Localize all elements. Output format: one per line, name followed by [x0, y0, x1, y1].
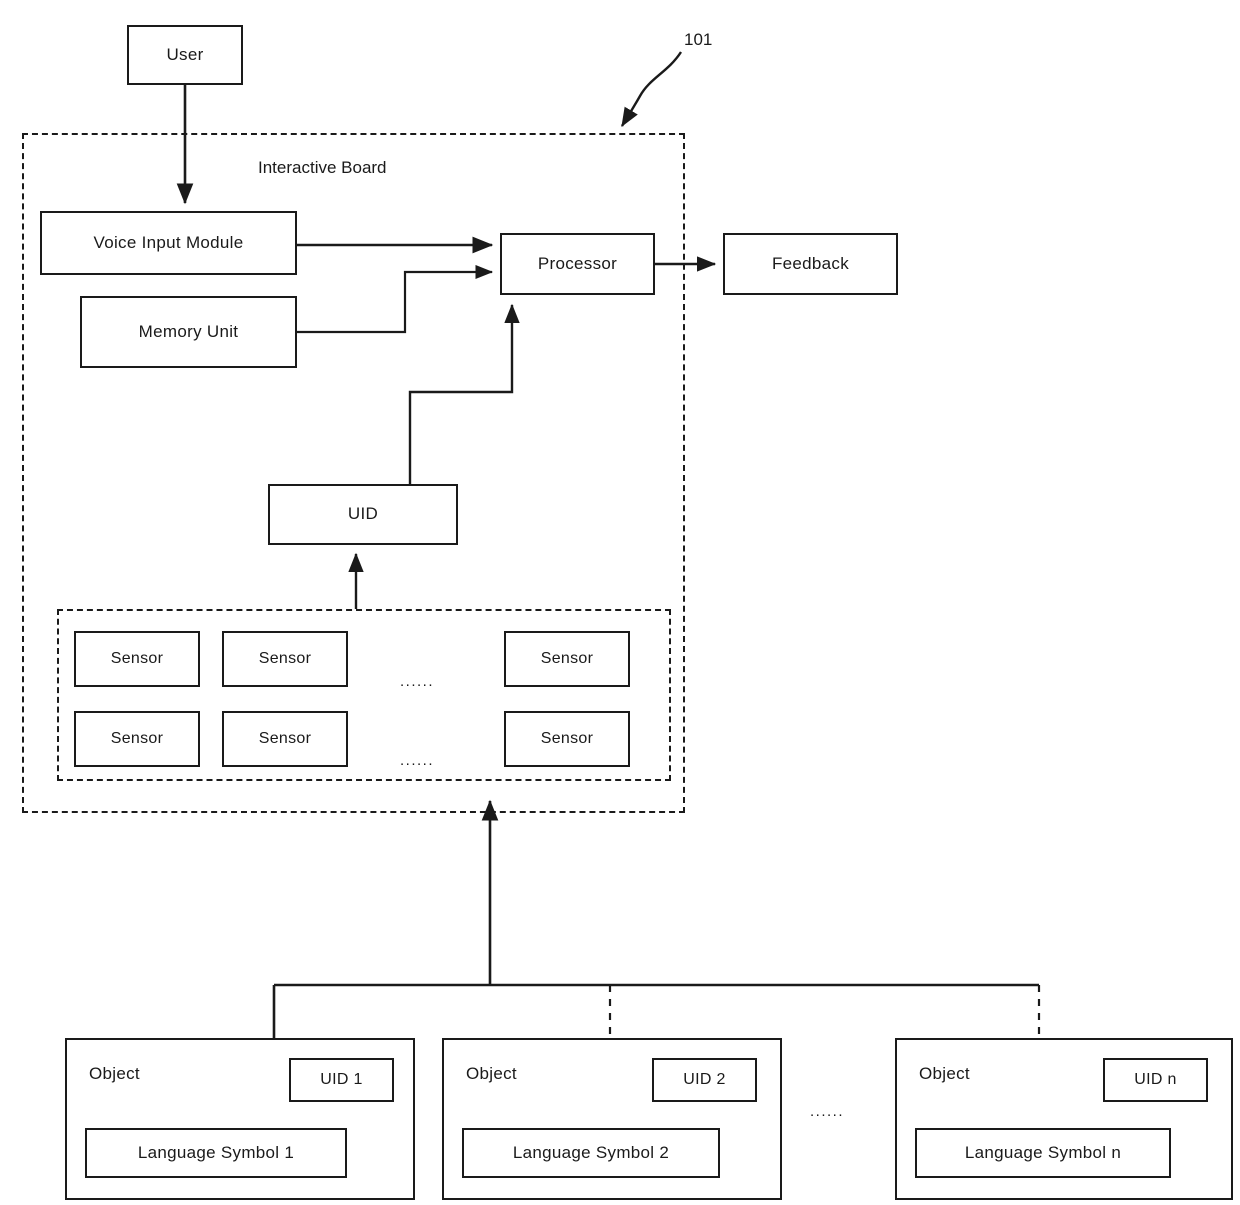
sensor-box: Sensor [222, 711, 348, 767]
object-box: Object UID n Language Symbol n [895, 1038, 1233, 1200]
processor-box: Processor [500, 233, 655, 295]
object-uid-label: UID n [1134, 1071, 1177, 1089]
sensor-label: Sensor [258, 730, 312, 748]
interactive-board-label: Interactive Board [258, 158, 387, 177]
object-uid-chip: UID n [1103, 1058, 1208, 1102]
object-title: Object [466, 1064, 517, 1083]
object-uid-chip: UID 2 [652, 1058, 757, 1102]
sensor-box: Sensor [74, 711, 200, 767]
language-symbol-chip: Language Symbol 2 [462, 1128, 720, 1178]
sensor-row-ellipsis: ...... [400, 752, 435, 769]
language-symbol-label: Language Symbol 2 [512, 1142, 670, 1162]
feedback-label: Feedback [771, 253, 850, 273]
object-title: Object [919, 1064, 970, 1083]
object-box: Object UID 1 Language Symbol 1 [65, 1038, 415, 1200]
memory-unit-box: Memory Unit [80, 296, 297, 368]
sensor-label: Sensor [540, 650, 594, 668]
reference-numeral-101: 101 [684, 30, 713, 49]
language-symbol-chip: Language Symbol n [915, 1128, 1171, 1178]
patent-diagram-canvas: 101 User Interactive Board Voice Input M… [0, 0, 1240, 1205]
sensor-label: Sensor [540, 730, 594, 748]
sensor-label: Sensor [110, 730, 164, 748]
leader-line-101 [620, 51, 683, 128]
object-uid-label: UID 1 [320, 1071, 363, 1089]
uid-label: UID [347, 504, 379, 524]
uid-box: UID [268, 484, 458, 545]
sensor-box: Sensor [222, 631, 348, 687]
object-title: Object [89, 1064, 140, 1083]
voice-input-module-label: Voice Input Module [93, 232, 244, 252]
voice-input-module-box: Voice Input Module [40, 211, 297, 275]
user-box: User [127, 25, 243, 85]
sensor-box: Sensor [504, 631, 630, 687]
processor-label: Processor [537, 253, 618, 273]
sensor-box: Sensor [504, 711, 630, 767]
object-row-ellipsis: ...... [810, 1103, 845, 1120]
user-label: User [166, 44, 204, 64]
language-symbol-chip: Language Symbol 1 [85, 1128, 347, 1178]
object-uid-label: UID 2 [683, 1071, 726, 1089]
language-symbol-label: Language Symbol 1 [137, 1142, 295, 1162]
sensor-box: Sensor [74, 631, 200, 687]
language-symbol-label: Language Symbol n [964, 1142, 1122, 1162]
sensor-label: Sensor [110, 650, 164, 668]
memory-unit-label: Memory Unit [138, 321, 239, 341]
sensor-row-ellipsis: ...... [400, 673, 435, 690]
sensor-label: Sensor [258, 650, 312, 668]
feedback-box: Feedback [723, 233, 898, 295]
object-uid-chip: UID 1 [289, 1058, 394, 1102]
object-box: Object UID 2 Language Symbol 2 [442, 1038, 782, 1200]
